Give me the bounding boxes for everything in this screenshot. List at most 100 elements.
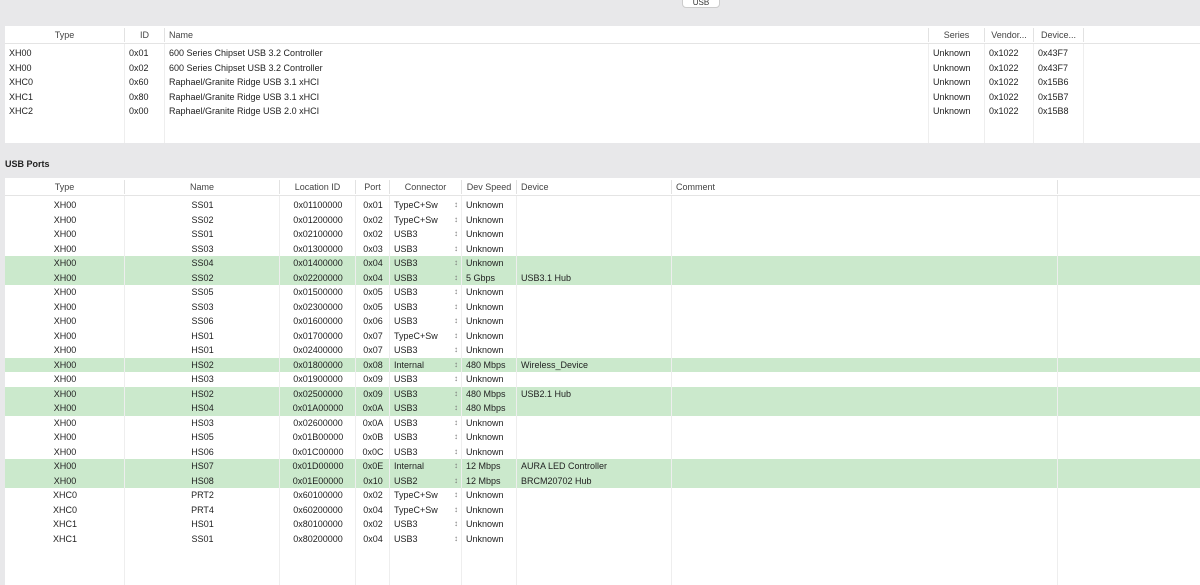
port-comment[interactable] (672, 256, 1058, 271)
port-comment[interactable] (672, 532, 1058, 547)
port-comment[interactable] (672, 416, 1058, 431)
port-comment[interactable] (672, 300, 1058, 315)
controller-cell: 0x1022 (989, 106, 1019, 116)
connector-select[interactable]: USB3 ↕ (390, 314, 462, 329)
connector-select[interactable]: USB3 ↕ (390, 387, 462, 402)
connector-select[interactable]: Internal ↕ (390, 459, 462, 474)
column-header-device[interactable]: Device (517, 180, 672, 194)
port-comment[interactable] (672, 445, 1058, 460)
port-comment[interactable] (672, 198, 1058, 213)
connector-select[interactable]: Internal ↕ (390, 358, 462, 373)
connector-select[interactable]: USB3 ↕ (390, 445, 462, 460)
controller-row[interactable]: XH00 0x02 600 Series Chipset USB 3.2 Contr… (5, 61, 1200, 76)
column-header-2[interactable]: Name (165, 28, 929, 42)
connector-select[interactable]: USB3 ↕ (390, 343, 462, 358)
port-comment[interactable] (672, 358, 1058, 373)
port-row[interactable]: XH00 HS02 0x01800000 0x08 Internal ↕ 480 Mbps W… (5, 357, 1200, 373)
column-header-5[interactable]: Device... (1034, 28, 1084, 42)
tab-usb[interactable]: USB (682, 0, 720, 8)
port-comment[interactable] (672, 401, 1058, 416)
port-row[interactable]: XH00 SS03 0x02300000 0x05 USB3 ↕ Unknown (5, 300, 1200, 315)
column-header-comment[interactable]: Comment (672, 180, 1058, 194)
port-comment[interactable] (672, 517, 1058, 532)
port-row[interactable]: XH00 HS01 0x02400000 0x07 USB3 ↕ Unknown (5, 343, 1200, 358)
column-header-1[interactable]: ID (125, 28, 165, 42)
port-comment[interactable] (672, 343, 1058, 358)
port-comment[interactable] (672, 488, 1058, 503)
port-loc: 0x02300000 (293, 301, 343, 312)
port-comment[interactable] (672, 372, 1058, 387)
connector-select[interactable]: USB3 ↕ (390, 372, 462, 387)
port-row[interactable]: XH00 SS05 0x01500000 0x05 USB3 ↕ Unknown (5, 285, 1200, 300)
controller-row[interactable]: XHC1 0x80 Raphael/Granite Ridge USB 3.1 xH… (5, 90, 1200, 105)
port-row[interactable]: XH00 SS01 0x02100000 0x02 USB3 ↕ Unknown (5, 227, 1200, 242)
port-row[interactable]: XH00 HS08 0x01E00000 0x10 USB2 ↕ 12 Mbps BRCM20… (5, 473, 1200, 489)
port-row[interactable]: XH00 HS06 0x01C00000 0x0C USB3 ↕ Unknown (5, 445, 1200, 460)
connector-select[interactable]: USB3 ↕ (390, 430, 462, 445)
connector-select[interactable]: USB3 ↕ (390, 517, 462, 532)
port-comment[interactable] (672, 503, 1058, 518)
controller-row[interactable]: XHC2 0x00 Raphael/Granite Ridge USB 2.0 xH… (5, 104, 1200, 119)
port-loc: 0x02200000 (293, 272, 343, 283)
column-header-name[interactable]: Name (125, 180, 280, 194)
port-row[interactable]: XHC0 PRT4 0x60200000 0x04 TypeC+Sw ↕ Unknown (5, 503, 1200, 518)
column-header-type[interactable]: Type (5, 180, 125, 194)
port-row[interactable]: XH00 HS03 0x01900000 0x09 USB3 ↕ Unknown (5, 372, 1200, 387)
column-header-speed[interactable]: Dev Speed (462, 180, 517, 194)
port-comment[interactable] (672, 329, 1058, 344)
column-header-port[interactable]: Port (356, 180, 390, 194)
port-comment[interactable] (672, 242, 1058, 257)
port-row[interactable]: XH00 HS04 0x01A00000 0x0A USB3 ↕ 480 Mbps (5, 401, 1200, 416)
port-comment[interactable] (672, 227, 1058, 242)
column-divider (671, 196, 672, 585)
port-comment[interactable] (672, 387, 1058, 402)
connector-select[interactable]: TypeC+Sw ↕ (390, 329, 462, 344)
connector-select[interactable]: USB3 ↕ (390, 242, 462, 257)
port-comment[interactable] (672, 459, 1058, 474)
connector-select[interactable]: USB3 ↕ (390, 285, 462, 300)
port-port: 0x04 (363, 258, 383, 268)
port-row[interactable]: XH00 HS05 0x01B00000 0x0B USB3 ↕ Unknown (5, 430, 1200, 445)
port-comment[interactable] (672, 314, 1058, 329)
connector-select[interactable]: USB3 ↕ (390, 532, 462, 547)
connector-select[interactable]: TypeC+Sw ↕ (390, 198, 462, 213)
connector-select[interactable]: USB3 ↕ (390, 300, 462, 315)
port-row[interactable]: XH00 SS01 0x01100000 0x01 TypeC+Sw ↕ Unknown (5, 198, 1200, 213)
port-row[interactable]: XH00 HS07 0x01D00000 0x0E Internal ↕ 12 Mbps AU… (5, 459, 1200, 474)
port-row[interactable]: XH00 SS06 0x01600000 0x06 USB3 ↕ Unknown (5, 314, 1200, 329)
port-comment[interactable] (672, 474, 1058, 489)
port-row[interactable]: XH00 SS03 0x01300000 0x03 USB3 ↕ Unknown (5, 242, 1200, 257)
port-row[interactable]: XH00 SS02 0x02200000 0x04 USB3 ↕ 5 Gbps USB3.1 … (5, 270, 1200, 286)
port-row[interactable]: XHC1 HS01 0x80100000 0x02 USB3 ↕ Unknown (5, 517, 1200, 532)
connector-select[interactable]: USB3 ↕ (390, 256, 462, 271)
port-row[interactable]: XHC1 SS01 0x80200000 0x04 USB3 ↕ Unknown (5, 532, 1200, 547)
connector-select[interactable]: TypeC+Sw ↕ (390, 503, 462, 518)
port-row[interactable]: XH00 HS02 0x02500000 0x09 USB3 ↕ 480 Mbps USB2.… (5, 386, 1200, 402)
connector-select[interactable]: USB3 ↕ (390, 401, 462, 416)
port-comment[interactable] (672, 430, 1058, 445)
port-row[interactable]: XHC0 PRT2 0x60100000 0x02 TypeC+Sw ↕ Unknown (5, 488, 1200, 503)
port-comment[interactable] (672, 285, 1058, 300)
connector-select[interactable]: USB3 ↕ (390, 271, 462, 286)
column-header-4[interactable]: Vendor... (985, 28, 1034, 42)
connector-select[interactable]: USB3 ↕ (390, 227, 462, 242)
column-header-3[interactable]: Series (929, 28, 985, 42)
port-row[interactable]: XH00 SS02 0x01200000 0x02 TypeC+Sw ↕ Unknown (5, 213, 1200, 228)
port-row[interactable]: XH00 SS04 0x01400000 0x04 USB3 ↕ Unknown (5, 256, 1200, 271)
connector-select[interactable]: TypeC+Sw ↕ (390, 488, 462, 503)
controller-cell: 0x15B7 (1038, 91, 1069, 102)
port-row[interactable]: XH00 HS01 0x01700000 0x07 TypeC+Sw ↕ Unknown (5, 329, 1200, 344)
connector-select[interactable]: USB3 ↕ (390, 416, 462, 431)
connector-select[interactable]: TypeC+Sw ↕ (390, 213, 462, 228)
column-header-loc[interactable]: Location ID (280, 180, 356, 194)
connector-select[interactable]: USB2 ↕ (390, 474, 462, 489)
updown-chevron-icon: ↕ (454, 229, 458, 238)
controller-row[interactable]: XHC0 0x60 Raphael/Granite Ridge USB 3.1 xH… (5, 75, 1200, 90)
port-comment[interactable] (672, 271, 1058, 286)
column-divider (1033, 44, 1034, 143)
column-header-conn[interactable]: Connector (390, 180, 462, 194)
port-row[interactable]: XH00 HS03 0x02600000 0x0A USB3 ↕ Unknown (5, 416, 1200, 431)
port-comment[interactable] (672, 213, 1058, 228)
column-header-0[interactable]: Type (5, 28, 125, 42)
controller-row[interactable]: XH00 0x01 600 Series Chipset USB 3.2 Contr… (5, 46, 1200, 61)
